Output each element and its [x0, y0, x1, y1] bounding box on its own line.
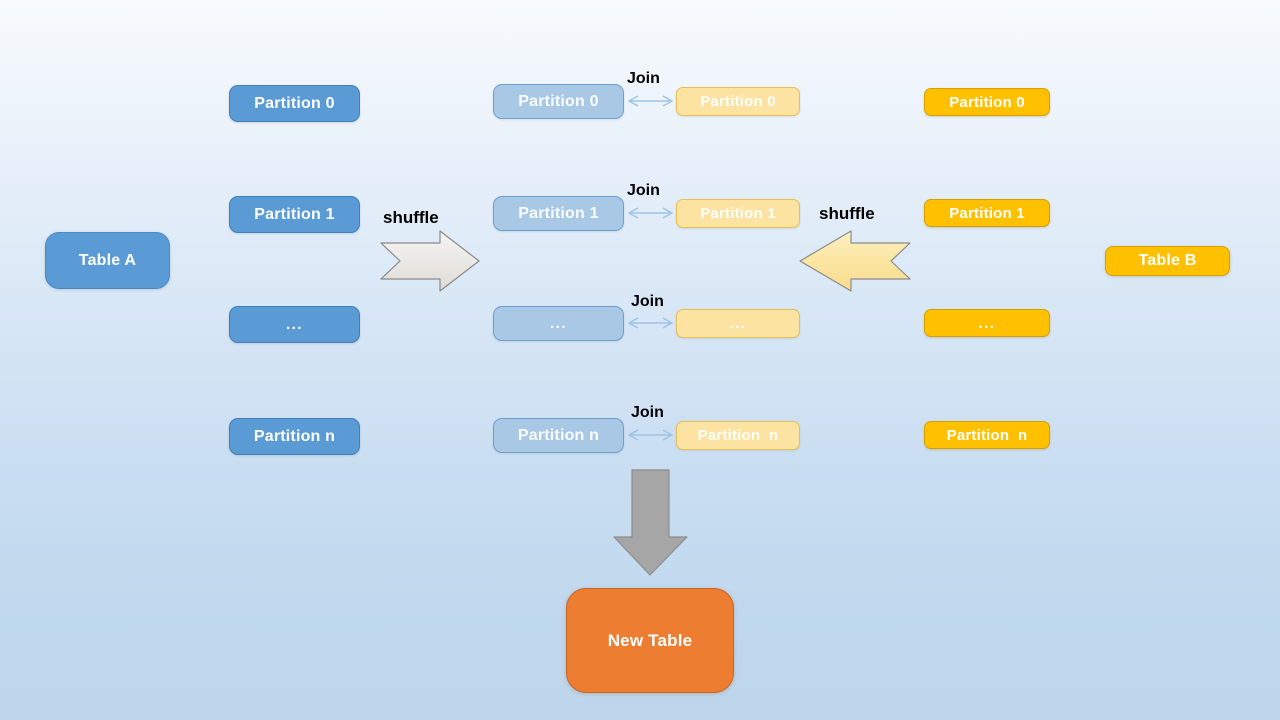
partition-label: ...	[978, 314, 996, 332]
join-label-0: Join	[627, 70, 660, 87]
source-b-partition-0[interactable]: Partition 0	[924, 88, 1050, 116]
new-table-box[interactable]: New Table	[566, 588, 734, 693]
partition-label: Partition n	[946, 426, 1028, 444]
table-b-box[interactable]: Table B	[1105, 246, 1230, 276]
partition-label: Partition n	[517, 426, 600, 444]
shuffled-a-partition-ellipsis[interactable]: ...	[493, 306, 624, 341]
partition-label: Partition 1	[700, 205, 776, 222]
shuffled-b-partition-1[interactable]: Partition 1	[676, 199, 800, 228]
new-table-label: New Table	[607, 631, 693, 650]
table-b-label: Table B	[1138, 252, 1197, 269]
join-label-3: Join	[631, 404, 664, 421]
partition-label: ...	[549, 315, 567, 332]
result-down-arrow-icon	[613, 469, 688, 576]
partition-label: Partition 1	[254, 205, 335, 223]
shuffle-label-left: shuffle	[383, 208, 439, 227]
partition-label: Partition 1	[518, 204, 599, 222]
partition-label: Partition 0	[700, 93, 776, 110]
partition-label: Partition n	[253, 427, 336, 445]
shuffle-arrow-left-icon	[380, 230, 480, 292]
partition-label: Partition n	[697, 427, 779, 444]
partition-label: Partition 0	[518, 92, 599, 110]
source-a-partition-0[interactable]: Partition 0	[229, 85, 360, 122]
source-a-partition-ellipsis[interactable]: ...	[229, 306, 360, 343]
shuffle-arrow-right-icon	[799, 230, 911, 292]
source-b-partition-ellipsis[interactable]: ...	[924, 309, 1050, 337]
join-arrow-3-icon	[628, 429, 673, 441]
partition-label: ...	[729, 315, 747, 332]
shuffled-a-partition-n[interactable]: Partition n	[493, 418, 624, 453]
table-a-label: Table A	[78, 251, 137, 269]
partition-label: Partition 0	[254, 94, 335, 112]
source-a-partition-n[interactable]: Partition n	[229, 418, 360, 455]
partition-label: ...	[285, 316, 303, 333]
shuffle-label-right: shuffle	[819, 204, 875, 223]
join-arrow-1-icon	[628, 207, 673, 219]
shuffled-b-partition-n[interactable]: Partition n	[676, 421, 800, 450]
join-arrow-2-icon	[628, 317, 673, 329]
diagram-canvas: Table A Partition 0 Partition 1 ... Part…	[0, 0, 1280, 720]
shuffled-b-partition-ellipsis[interactable]: ...	[676, 309, 800, 338]
join-label-2: Join	[631, 293, 664, 310]
shuffled-a-partition-1[interactable]: Partition 1	[493, 196, 624, 231]
shuffled-b-partition-0[interactable]: Partition 0	[676, 87, 800, 116]
source-a-partition-1[interactable]: Partition 1	[229, 196, 360, 233]
partition-label: Partition 1	[949, 204, 1025, 222]
table-a-box[interactable]: Table A	[45, 232, 170, 289]
partition-label: Partition 0	[949, 93, 1025, 111]
shuffled-a-partition-0[interactable]: Partition 0	[493, 84, 624, 119]
join-arrow-0-icon	[628, 95, 673, 107]
source-b-partition-n[interactable]: Partition n	[924, 421, 1050, 449]
source-b-partition-1[interactable]: Partition 1	[924, 199, 1050, 227]
join-label-1: Join	[627, 182, 660, 199]
